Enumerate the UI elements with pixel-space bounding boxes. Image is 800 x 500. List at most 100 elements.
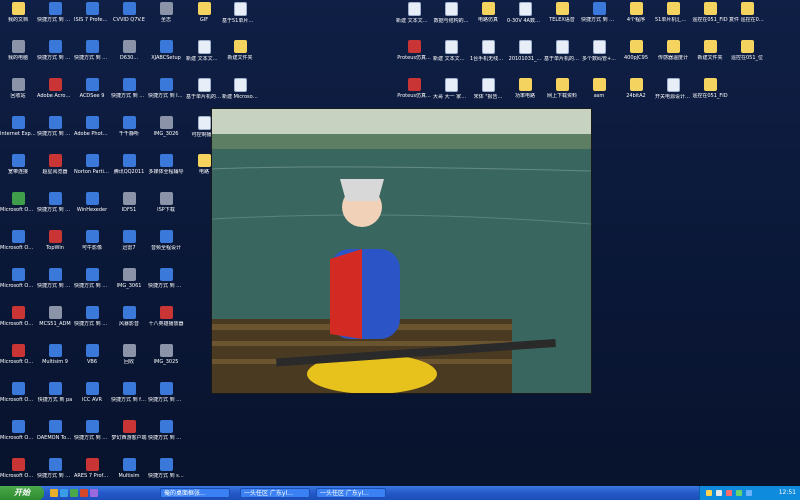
- desktop-icon[interactable]: 快捷方式 到 win32: [74, 306, 110, 342]
- desktop-icon[interactable]: 电路仿真: [470, 2, 506, 38]
- desktop-icon[interactable]: 圣志: [148, 2, 184, 38]
- desktop-icon[interactable]: 基于51单片机...: [222, 2, 258, 38]
- clock[interactable]: 12:51: [779, 486, 796, 500]
- desktop-icon[interactable]: IDF51: [111, 192, 147, 228]
- desktop-icon[interactable]: 快捷方式 到 pa: [37, 382, 73, 418]
- desktop-icon[interactable]: 快捷方式 到 feedingSo...: [111, 382, 147, 418]
- desktop-icon[interactable]: 24bitA2: [618, 78, 654, 114]
- desktop-icon[interactable]: Microsoft Office...: [0, 306, 36, 342]
- desktop-icon[interactable]: IMG_3061: [111, 268, 147, 304]
- desktop-icon[interactable]: Multisim: [111, 458, 147, 486]
- desktop-icon[interactable]: 快捷方式 到 Uv3: [37, 192, 73, 228]
- desktop-icon[interactable]: 基于单片机的电子...: [544, 40, 580, 76]
- desktop-icon[interactable]: 400pJC95: [618, 40, 654, 76]
- desktop-icon[interactable]: Adobe Photo...: [74, 116, 110, 152]
- desktop-icon[interactable]: 快捷方式 到 051: [581, 2, 617, 38]
- desktop-icon[interactable]: 回收: [111, 344, 147, 380]
- tray-icon[interactable]: [706, 490, 712, 496]
- desktop-icon[interactable]: TopWin: [37, 230, 73, 266]
- desktop-icon[interactable]: IMG_3025: [148, 344, 184, 380]
- desktop-icon[interactable]: 风暴影音: [111, 306, 147, 342]
- quicklaunch-icon[interactable]: [70, 489, 78, 497]
- desktop-icon[interactable]: 快捷方式 到 声卡...: [148, 420, 184, 456]
- desktop-icon[interactable]: 超星阅览器: [37, 154, 73, 190]
- desktop-icon[interactable]: Microsoft Office...: [0, 344, 36, 380]
- desktop-icon[interactable]: 快捷方式 到 STC_ISP_V480: [37, 116, 73, 152]
- desktop-icon[interactable]: ISP下载: [148, 192, 184, 228]
- desktop-icon[interactable]: 多媒体全程辅导: [148, 154, 184, 190]
- desktop-icon[interactable]: 复件 遥控在051_FID: [729, 2, 765, 38]
- desktop-icon[interactable]: 十八英雄播放器: [148, 306, 184, 342]
- desktop-icon[interactable]: 多个数码管+...: [581, 40, 617, 76]
- desktop-icon[interactable]: 快捷方式 到 Cn5: [148, 382, 184, 418]
- desktop-icon[interactable]: ISIS 7 Professional: [74, 2, 110, 38]
- desktop-icon[interactable]: Microsoft Office Vi...: [0, 382, 36, 418]
- desktop-icon[interactable]: MCS51_ADM: [37, 306, 73, 342]
- desktop-icon[interactable]: 传感器温度计: [655, 40, 691, 76]
- desktop-icon[interactable]: TELEX语音: [544, 2, 580, 38]
- task-button[interactable]: 一头任区 广东yl...: [240, 488, 310, 498]
- desktop-icon[interactable]: 快捷方式 到 MSI控制器: [37, 40, 73, 76]
- desktop-icon[interactable]: 音频全程设计: [148, 230, 184, 266]
- desktop-icon[interactable]: 0-30V 4A数控稳压电源...: [507, 2, 543, 38]
- desktop-icon[interactable]: XJABCSetup: [148, 40, 184, 76]
- desktop-icon[interactable]: 快捷方式 到 VdB: [148, 268, 184, 304]
- desktop-icon[interactable]: 快捷方式 到 progisp: [37, 458, 73, 486]
- desktop-icon[interactable]: 4个程序: [618, 2, 654, 38]
- desktop-icon[interactable]: Internet Explorer: [0, 116, 36, 152]
- desktop-icon[interactable]: 腾讯QQ2011: [111, 154, 147, 190]
- desktop-icon[interactable]: Proteus仿真...: [396, 40, 432, 76]
- desktop-icon[interactable]: 快捷方式 到 ISDKJ: [148, 78, 184, 114]
- desktop-icon[interactable]: 新建文件夹: [692, 40, 728, 76]
- desktop-icon[interactable]: 快捷方式 到 sedtest: [148, 458, 184, 486]
- desktop-icon[interactable]: 数据与结构的...: [433, 2, 469, 38]
- desktop-icon[interactable]: 遥控在051_位: [729, 40, 765, 76]
- desktop-icon[interactable]: 1台手机无线电...: [470, 40, 506, 76]
- desktop-icon[interactable]: 我的文档: [0, 2, 36, 38]
- desktop-icon[interactable]: 我的电脑: [0, 40, 36, 76]
- task-button[interactable]: 俺的桌面框张...: [160, 488, 230, 498]
- desktop-icon[interactable]: Microsoft Office...: [0, 268, 36, 304]
- desktop-icon[interactable]: 宽带连接: [0, 154, 36, 190]
- quicklaunch-icon[interactable]: [60, 489, 68, 497]
- desktop-icon[interactable]: 新建文件夹: [222, 40, 258, 76]
- desktop-icon[interactable]: 51单片机汇编语言教程: [655, 2, 691, 38]
- desktop-icon[interactable]: 快捷方式 到 windowspt: [111, 78, 147, 114]
- desktop-icon[interactable]: WinHexeder: [74, 192, 110, 228]
- desktop-icon[interactable]: Adobe Acrobat 7: [37, 78, 73, 114]
- desktop-icon[interactable]: Multisim 9: [37, 344, 73, 380]
- desktop-icon[interactable]: 迅雷7: [111, 230, 147, 266]
- tray-icon[interactable]: [726, 490, 732, 496]
- quicklaunch-icon[interactable]: [80, 489, 88, 497]
- task-button[interactable]: 一头任区 广东yl...: [316, 488, 386, 498]
- desktop-icon[interactable]: 开关电源设计一般考虑...: [655, 78, 691, 114]
- desktop-icon[interactable]: 梦幻西游客户端: [111, 420, 147, 456]
- desktop-icon[interactable]: 可牛影像: [74, 230, 110, 266]
- desktop-icon[interactable]: CVVID Q7V.E: [111, 2, 147, 38]
- desktop-icon[interactable]: GIF: [186, 2, 222, 38]
- desktop-icon[interactable]: D630...: [111, 40, 147, 76]
- quicklaunch-icon[interactable]: [90, 489, 98, 497]
- tray-icon[interactable]: [736, 490, 742, 496]
- desktop-icon[interactable]: Microsoft Office...: [0, 458, 36, 486]
- desktop-icon[interactable]: 回收站: [0, 78, 36, 114]
- desktop-icon[interactable]: VB6: [74, 344, 110, 380]
- desktop-icon[interactable]: 快捷方式 到 Keil...: [74, 40, 110, 76]
- tray-icon[interactable]: [716, 490, 722, 496]
- desktop-icon[interactable]: Microsoft Office W...: [0, 420, 36, 456]
- desktop-icon[interactable]: ICC AVR: [74, 382, 110, 418]
- desktop-icon[interactable]: Norton PartitionM...: [74, 154, 110, 190]
- desktop-icon[interactable]: Microsoft Office Ou...: [0, 230, 36, 266]
- desktop-icon[interactable]: 快捷方式 到 单片机...: [74, 420, 110, 456]
- desktop-icon[interactable]: DAEMON Tools: [37, 420, 73, 456]
- desktop-icon[interactable]: 新建 文本文档 (4): [433, 40, 469, 76]
- desktop-icon[interactable]: 20101031_...: [507, 40, 543, 76]
- desktop-icon[interactable]: Microsoft Office E...: [0, 192, 36, 228]
- desktop-icon[interactable]: ACDSee 9: [74, 78, 110, 114]
- desktop-icon[interactable]: 快捷方式 到 EMPlayer: [37, 268, 73, 304]
- desktop-icon[interactable]: 新建 文本文档 (12): [396, 2, 432, 38]
- quicklaunch-icon[interactable]: [50, 489, 58, 497]
- desktop-icon[interactable]: 快捷方式 到 25i1IF: [37, 2, 73, 38]
- desktop-icon[interactable]: ARES 7 Professional: [74, 458, 110, 486]
- desktop-icon[interactable]: IMG_3026: [148, 116, 184, 152]
